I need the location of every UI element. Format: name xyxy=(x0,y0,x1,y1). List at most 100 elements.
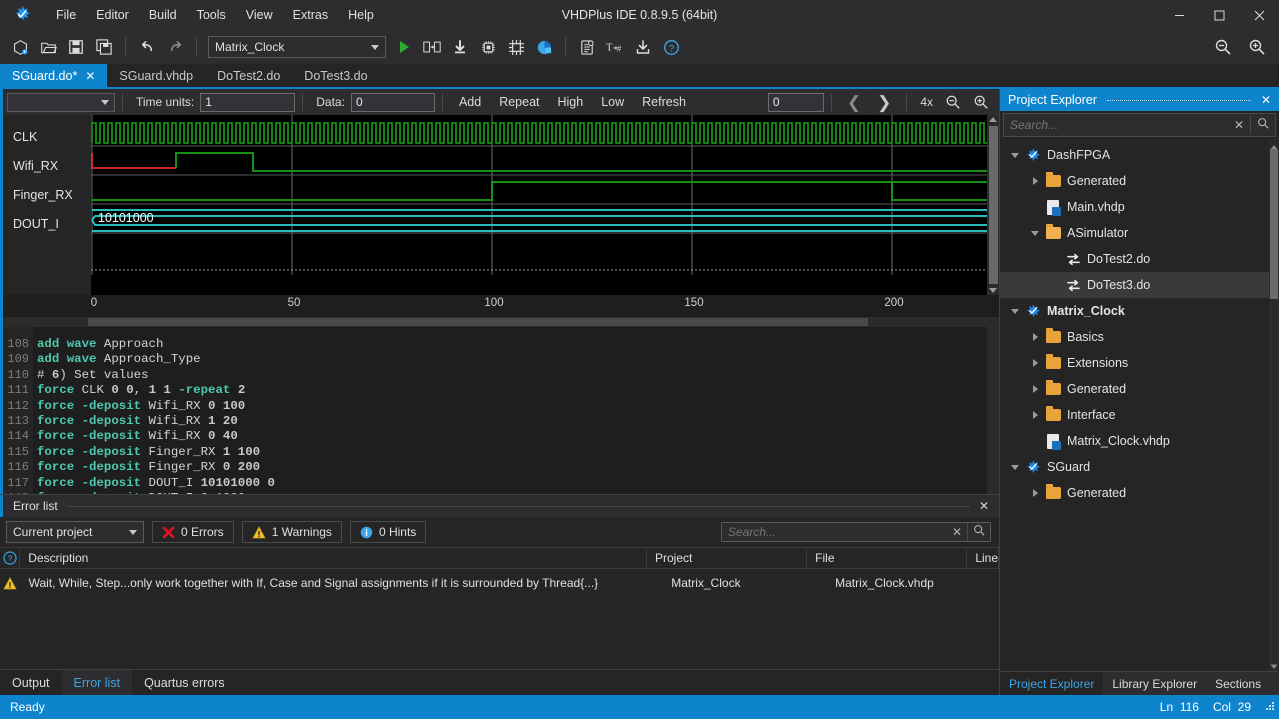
time-units-input[interactable] xyxy=(200,92,296,112)
menu-item-view[interactable]: View xyxy=(236,3,283,27)
data-input[interactable] xyxy=(350,92,435,112)
tab-project-explorer[interactable]: Project Explorer xyxy=(1000,672,1104,695)
code-text-area[interactable]: add wave Approach add wave Approach_Type #… xyxy=(33,327,987,494)
tree-item-asimulator[interactable]: ASimulator xyxy=(1000,220,1269,246)
run-icon[interactable] xyxy=(390,33,418,61)
tree-item-matrix-clock-vhdp[interactable]: Matrix_Clock.vhdp xyxy=(1000,428,1269,454)
tree-item-main-vhdp[interactable]: Main.vhdp xyxy=(1000,194,1269,220)
menu-item-help[interactable]: Help xyxy=(338,3,384,27)
project-selector[interactable]: Matrix_Clock xyxy=(208,36,386,58)
menu-item-extras[interactable]: Extras xyxy=(283,3,338,27)
tree-item-sguard[interactable]: SGuard xyxy=(1000,454,1269,480)
menu-item-file[interactable]: File xyxy=(46,3,86,27)
tree-item-extensions[interactable]: Extensions xyxy=(1000,350,1269,376)
pinplanner-icon[interactable] xyxy=(502,33,530,61)
chip-icon[interactable] xyxy=(474,33,502,61)
tab-output[interactable]: Output xyxy=(0,670,62,695)
waveform-canvas[interactable]: 10101000 xyxy=(91,115,987,295)
close-icon[interactable]: ✕ xyxy=(979,499,989,513)
menu-item-build[interactable]: Build xyxy=(139,3,187,27)
low-button[interactable]: Low xyxy=(592,93,633,111)
chevron-right-icon[interactable] xyxy=(1028,411,1042,419)
zoom-in-icon[interactable] xyxy=(1243,33,1271,61)
tree-item-basics[interactable]: Basics xyxy=(1000,324,1269,350)
resize-grip-icon[interactable] xyxy=(1264,700,1275,714)
undo-icon[interactable] xyxy=(133,33,161,61)
tree-item-dotest3-do[interactable]: DoTest3.do xyxy=(1000,272,1269,298)
save-all-icon[interactable] xyxy=(90,33,118,61)
code-vertical-scrollbar[interactable] xyxy=(987,327,999,494)
chevron-left-icon[interactable]: ❮ xyxy=(839,94,869,111)
maximize-icon[interactable] xyxy=(1199,0,1239,30)
column-header-project[interactable]: Project xyxy=(647,548,808,568)
chevron-right-icon[interactable]: ❯ xyxy=(869,94,899,111)
scope-filter-dropdown[interactable]: Current project xyxy=(6,521,144,543)
repeat-button[interactable]: Repeat xyxy=(490,93,548,111)
column-header-file[interactable]: File xyxy=(807,548,968,568)
tab-sguard-vhdp[interactable]: SGuard.vhdp xyxy=(107,64,205,87)
search-icon[interactable] xyxy=(1250,116,1275,134)
tab-library-explorer[interactable]: Library Explorer xyxy=(1103,672,1206,695)
save-icon[interactable] xyxy=(62,33,90,61)
tree-item-generated[interactable]: Generated xyxy=(1000,480,1269,506)
chevron-down-icon[interactable] xyxy=(1008,308,1022,314)
project-search-input[interactable] xyxy=(1004,118,1228,132)
tree-item-dotest2-do[interactable]: DoTest2.do xyxy=(1000,246,1269,272)
download-icon[interactable] xyxy=(446,33,474,61)
chevron-right-icon[interactable] xyxy=(1028,385,1042,393)
tab-sections[interactable]: Sections xyxy=(1206,672,1270,695)
position-input[interactable] xyxy=(767,92,824,112)
tree-item-matrix-clock[interactable]: Matrix_Clock xyxy=(1000,298,1269,324)
refresh-button[interactable]: Refresh xyxy=(633,93,695,111)
new-project-icon[interactable] xyxy=(6,33,34,61)
project-search-box[interactable]: ✕ xyxy=(1003,113,1276,137)
error-search-input[interactable] xyxy=(722,525,947,539)
project-tree[interactable]: DashFPGA Generated Main.vhdp ASimulator DoTe… xyxy=(1000,139,1279,671)
type-convert-icon[interactable]: T # xyxy=(601,33,629,61)
tab-quartus-errors[interactable]: Quartus errors xyxy=(132,670,237,695)
chevron-right-icon[interactable] xyxy=(1028,359,1042,367)
chevron-down-icon[interactable] xyxy=(1008,464,1022,470)
error-search-box[interactable]: ✕ xyxy=(721,522,991,542)
add-button[interactable]: Add xyxy=(450,93,490,111)
zoom-out-icon[interactable] xyxy=(1209,33,1237,61)
compile-icon[interactable] xyxy=(418,33,446,61)
project-tree-scrollbar[interactable] xyxy=(1269,139,1279,671)
close-icon[interactable]: ✕ xyxy=(85,69,95,83)
close-icon[interactable]: ✕ xyxy=(1228,118,1250,132)
programmer-icon[interactable] xyxy=(530,33,558,61)
column-header-line[interactable]: Line xyxy=(967,548,999,568)
import-icon[interactable] xyxy=(629,33,657,61)
waveform-viewer[interactable]: CLK Wifi_RX Finger_RX DOUT_I 10101000 xyxy=(0,115,999,295)
close-icon[interactable]: ✕ xyxy=(1261,93,1271,107)
redo-icon[interactable] xyxy=(161,33,189,61)
menu-item-editor[interactable]: Editor xyxy=(86,3,139,27)
waveform-horizontal-scrollbar[interactable] xyxy=(0,317,999,327)
column-header-description[interactable]: Description xyxy=(20,548,647,568)
search-icon[interactable] xyxy=(967,523,990,541)
testbench-icon[interactable] xyxy=(573,33,601,61)
menu-item-tools[interactable]: Tools xyxy=(187,3,236,27)
tree-item-interface[interactable]: Interface xyxy=(1000,402,1269,428)
errors-chip[interactable]: 0 Errors xyxy=(152,521,234,543)
zoom-in-icon[interactable] xyxy=(967,88,995,116)
close-icon[interactable] xyxy=(1239,0,1279,30)
zoom-out-icon[interactable] xyxy=(939,88,967,116)
tree-item-generated[interactable]: Generated xyxy=(1000,168,1269,194)
tab-dotest3-do[interactable]: DoTest3.do xyxy=(292,64,379,87)
chevron-right-icon[interactable] xyxy=(1028,333,1042,341)
waveform-vertical-scrollbar[interactable] xyxy=(987,115,999,295)
tab-sguard-do[interactable]: SGuard.do* ✕ xyxy=(0,64,108,87)
table-row[interactable]: Wait, While, Step...only work together w… xyxy=(0,569,999,597)
signal-select[interactable] xyxy=(7,92,115,112)
close-icon[interactable]: ✕ xyxy=(947,525,967,539)
high-button[interactable]: High xyxy=(549,93,593,111)
tab-error-list[interactable]: Error list xyxy=(61,670,133,695)
tree-item-generated[interactable]: Generated xyxy=(1000,376,1269,402)
chevron-down-icon[interactable] xyxy=(1028,230,1042,236)
warnings-chip[interactable]: 1 Warnings xyxy=(241,521,342,543)
open-folder-icon[interactable] xyxy=(34,33,62,61)
minimize-icon[interactable] xyxy=(1159,0,1199,30)
tab-dotest2-do[interactable]: DoTest2.do xyxy=(205,64,292,87)
tree-item-dashfpga[interactable]: DashFPGA xyxy=(1000,142,1269,168)
